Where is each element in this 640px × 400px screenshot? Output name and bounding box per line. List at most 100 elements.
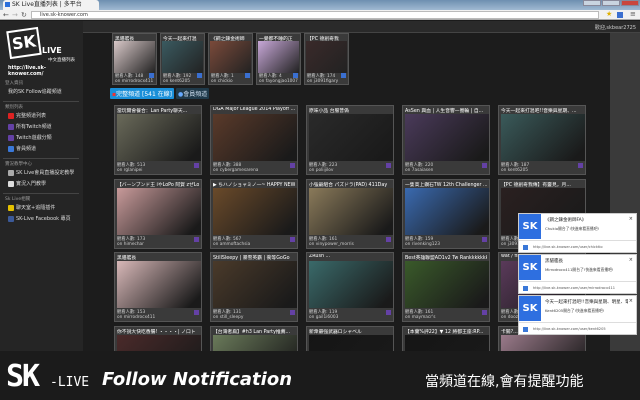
menu-icon[interactable]: ≡ (630, 10, 636, 18)
divider (3, 101, 79, 102)
close-icon[interactable]: × (629, 298, 633, 304)
channel-thumbnail[interactable] (213, 114, 297, 161)
twitch-icon (194, 310, 199, 315)
notification-url[interactable]: http://live.sk-knower.com/user/mirrodroc… (519, 281, 636, 294)
reload-icon[interactable]: ↻ (21, 11, 27, 19)
bookmark-star-icon[interactable]: ★ (606, 10, 612, 18)
sidebar-item-label: 完整頻道列表 (16, 113, 47, 119)
channel-title: 小強爺組合 パズドラ(PAD) 411Day (309, 182, 388, 188)
channel-card[interactable]: 原味小品 台服普偽 觀看人數: 223 on poliijilov (306, 105, 394, 175)
close-icon[interactable]: × (629, 257, 633, 263)
channel-card[interactable]: 小強爺組合 パズドラ(PAD) 411Day 觀看人數: 161 on vinypo… (306, 178, 394, 249)
close-window-button[interactable] (621, 0, 639, 6)
channel-name: on fayongjao1007 (259, 79, 298, 84)
followed-channel-card[interactable]: 【PC 德創奇我 觀看人數: 174 on j3091figary (304, 33, 349, 85)
tab-full-channels[interactable]: ▪完整頻道 [541 在線] (110, 88, 175, 99)
followed-channel-card[interactable]: 黑貓艦長 觀看人數: 148 on mirrodrocx411 (112, 33, 157, 85)
favicon-icon (5, 2, 10, 7)
channel-thumbnail[interactable] (309, 114, 393, 161)
sidebar-item[interactable]: 我的SK Follow追蹤頻道 (8, 88, 62, 95)
browser-tab-bar: SK Live直播列表 | 多平台 (0, 0, 640, 10)
sidebar-item[interactable]: 實況入門教學 (8, 180, 46, 187)
sk-logo-icon: SK (519, 214, 541, 239)
channel-thumbnail[interactable] (162, 41, 203, 73)
section-title: 登入資訊 (5, 81, 23, 86)
twitch-icon (194, 163, 199, 168)
sidebar-item[interactable]: Twitch遊戲分類 (8, 134, 52, 141)
sidebar-item[interactable]: 聊天室+追隨插件 (8, 204, 55, 211)
channel-name: on kent6205 (163, 79, 191, 84)
sk-logo-icon: SK (519, 296, 541, 321)
browser-tab[interactable]: SK Live直播列表 | 多平台 (3, 0, 99, 10)
tab-member-channels[interactable]: ●會員頻道 (176, 88, 210, 99)
channel-thumbnail[interactable] (501, 114, 585, 161)
follow-notification[interactable]: SK 《鋼之鍊金術師FA》 Chukio開台了!快進來看直播吧! × http://li… (518, 213, 637, 253)
sidebar-item[interactable]: SK-Live Facebook 專頁 (8, 215, 71, 222)
promo-banner: SK -LIVE Follow Notification 當頻道在線,會有提醒功… (0, 351, 640, 400)
channel-title: 黑貓艦長 (117, 256, 137, 261)
notification-title: 《鋼之鍊金術師FA》 (545, 218, 587, 223)
logo-mark: SK (6, 26, 42, 60)
sidebar-item-label: 聊天室+追隨插件 (16, 205, 56, 211)
channel-card[interactable]: ▶ ちハノショャミノ—~ HAPPY NEW... 觀看人數: 567 on amm… (210, 178, 298, 249)
channel-card[interactable]: ZRush ... 觀看人數: 119 on gail1i6003 (306, 252, 394, 322)
sidebar-item[interactable]: SK Live會員直播設定教學 (8, 169, 74, 176)
sidebar-item-label: 會員頻道 (16, 146, 37, 152)
sidebar-item[interactable]: 所有Twitch頻道 (8, 123, 52, 130)
channel-title: 一隻高上鑽石TW 12th Challenger ... (405, 182, 487, 188)
channel-title: Best英雄聯盟AD1v2 Tw Rankkkkkkk (405, 256, 487, 261)
channel-title: 當玩爾會餐合：Lan Party聊天... (117, 109, 188, 114)
tab-label: 會員頻道 (183, 91, 208, 98)
followed-channel-card[interactable]: 《鋼之鍊金術師 觀看人數: 1 on chickio (208, 33, 253, 85)
minimize-button[interactable] (583, 0, 601, 6)
back-icon[interactable]: ← (3, 11, 9, 19)
url-input[interactable]: live.sk-knower.com (31, 11, 599, 19)
channel-title: 【本蘭%評22】▼ 12 將都王座:RP... (405, 329, 484, 335)
followed-channel-card[interactable]: 一覺都不睡的正 觀看人數: 4 on fayongjao1007 (256, 33, 301, 85)
channel-thumbnail[interactable] (117, 187, 201, 235)
notification-url[interactable]: http://live.sk-knower.com/user/kent6205 (519, 322, 636, 335)
site-logo[interactable]: SK LIVE 中文直播列表 http://live.sk-knower.com… (6, 26, 78, 77)
channel-thumbnail[interactable] (309, 261, 393, 308)
notification-body: Mirrodrocx411開台了!快進來看直播吧! (545, 267, 614, 272)
channel-card[interactable]: DGA Major League 2014 Playoff ... 觀看人數: 3… (210, 105, 298, 175)
notification-url[interactable]: http://live.sk-knower.com/user/chicktio (519, 240, 636, 253)
channel-card[interactable]: 今天一起來打混吧!!音樂與星期、... 觀看人數: 187 on kent6205 (498, 105, 586, 175)
twitch-icon (290, 163, 295, 168)
channel-thumbnail[interactable] (117, 261, 201, 308)
logo-url: http://live.sk-knower.com/ (8, 65, 46, 77)
banner-tagline: 當頻道在線,會有提醒功能 (425, 374, 584, 390)
channel-card[interactable]: StillSleepy | 暴雪英霸 | 衝等GoGo 觀看人數: 131 on s… (210, 252, 298, 322)
sidebar-item[interactable]: 完整頻道列表 (8, 112, 46, 119)
maximize-button[interactable] (602, 0, 620, 6)
channel-card[interactable]: 黑貓艦長 觀看人數: 153 on mirrodrocx411 (114, 252, 202, 322)
channel-thumbnail[interactable] (309, 187, 393, 235)
sidebar-item[interactable]: 會員頻道 (8, 145, 36, 152)
channel-thumbnail[interactable] (306, 41, 347, 73)
twitch-icon (482, 236, 487, 242)
channel-thumbnail[interactable] (213, 261, 297, 308)
close-icon[interactable]: × (629, 216, 633, 222)
follow-notification[interactable]: SK 今天一起來打混吧!!音樂與星期、明星、電影 Kent6205開台了!快進來看直… (518, 295, 637, 335)
channel-card[interactable]: Best英雄聯盟AD1v2 Tw Rankkkkkkk 觀看人數: 161 on m… (402, 252, 490, 322)
channel-card[interactable]: 一隻高上鑽石TW 12th Challenger ... 觀看人數: 159 on … (402, 178, 490, 249)
channel-thumbnail[interactable] (114, 41, 155, 73)
extension-icon[interactable] (617, 12, 623, 18)
channel-title: ZRush ... (309, 254, 331, 259)
channel-card[interactable]: AsSen 興血 | 人生音響一圈輪 | 自... 觀看人數: 220 on 7as… (402, 105, 490, 175)
channel-thumbnail[interactable] (405, 261, 489, 308)
channel-name: on still_sleepy (213, 315, 244, 320)
channel-card[interactable]: 【バーンブンド王 iやLoPo 阿賀 zぜLoD天...觀看人數: 173on … (114, 178, 202, 249)
channel-thumbnail[interactable] (405, 114, 489, 161)
channel-thumbnail[interactable] (117, 114, 201, 161)
channel-thumbnail[interactable] (405, 187, 489, 235)
forward-icon[interactable]: → (12, 11, 18, 19)
taiwan-flag-icon (8, 112, 14, 119)
channel-thumbnail[interactable] (210, 41, 251, 73)
channel-thumbnail[interactable] (258, 41, 299, 73)
channel-card[interactable]: 當玩爾會餐合：Lan Party聊天... 觀看人數: 513 on rglanip… (114, 105, 202, 175)
channel-thumbnail[interactable] (213, 187, 297, 235)
user-welcome[interactable]: 歡迎,skbear2725 (595, 24, 636, 31)
follow-notification[interactable]: SK 黑貓艦長 Mirrodrocx411開台了!快進來看直播吧! × http://l… (518, 254, 637, 294)
followed-channel-card[interactable]: 今天一起來打混 觀看人數: 192 on kent6205 (160, 33, 205, 85)
